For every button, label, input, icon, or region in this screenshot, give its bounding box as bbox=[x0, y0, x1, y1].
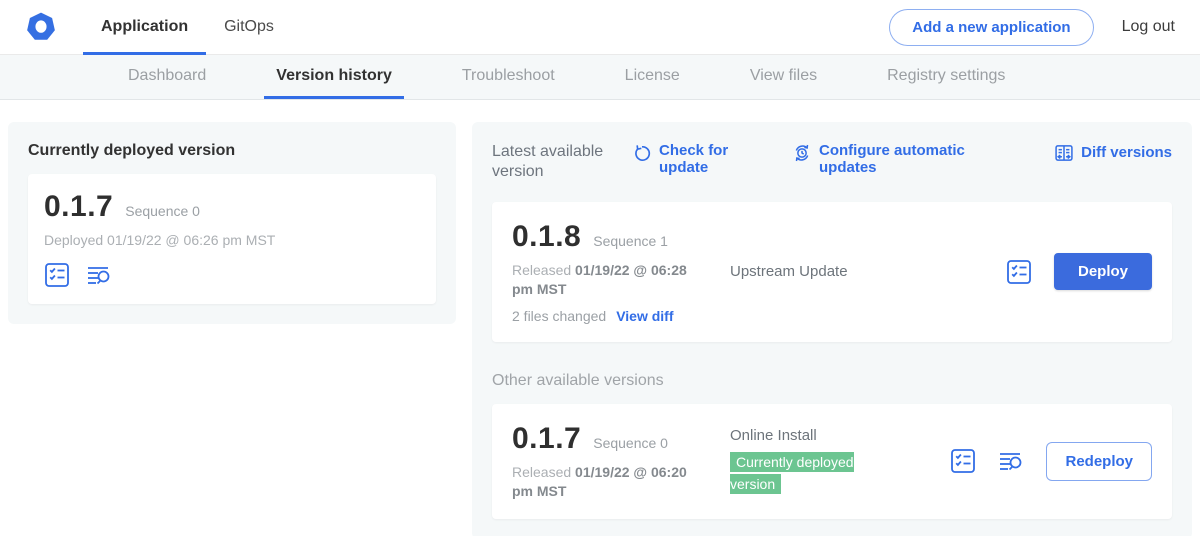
other-released-date: Released 01/19/22 @ 06:20 pm MST bbox=[512, 463, 707, 501]
check-for-update-label: Check for update bbox=[659, 142, 739, 177]
available-panel-header: Latest available version Check for updat… bbox=[492, 142, 1172, 182]
preflight-checklist-icon[interactable] bbox=[950, 448, 976, 474]
latest-available-title: Latest available version bbox=[492, 142, 632, 182]
latest-version-info: 0.1.8 Sequence 1 Released 01/19/22 @ 06:… bbox=[512, 220, 730, 324]
top-nav: Application GitOps Add a new application… bbox=[0, 0, 1200, 55]
logout-link[interactable]: Log out bbox=[1122, 18, 1175, 36]
diff-versions-icon bbox=[1054, 143, 1074, 163]
currently-deployed-title: Currently deployed version bbox=[28, 142, 436, 160]
latest-version-source: Upstream Update bbox=[730, 263, 890, 280]
deployed-version-number: 0.1.7 bbox=[44, 190, 113, 224]
deployed-actions bbox=[44, 262, 420, 288]
other-version-actions: Redeploy bbox=[950, 442, 1152, 481]
subtab-view-files[interactable]: View files bbox=[738, 55, 829, 99]
deployed-sequence-label: Sequence 0 bbox=[125, 203, 200, 219]
latest-version-actions: Deploy bbox=[1006, 253, 1152, 290]
add-application-button[interactable]: Add a new application bbox=[889, 9, 1093, 46]
other-version-info: 0.1.7 Sequence 0 Released 01/19/22 @ 06:… bbox=[512, 422, 730, 501]
other-sequence-label: Sequence 0 bbox=[593, 435, 668, 451]
other-version-number: 0.1.7 bbox=[512, 422, 581, 456]
deployed-version-card: 0.1.7 Sequence 0 Deployed 01/19/22 @ 06:… bbox=[28, 174, 436, 304]
view-diff-link[interactable]: View diff bbox=[616, 308, 673, 324]
currently-deployed-badge: Currently deployed version bbox=[730, 452, 854, 494]
other-available-versions-title: Other available versions bbox=[492, 372, 1172, 390]
subtab-license[interactable]: License bbox=[613, 55, 692, 99]
subtab-troubleshoot[interactable]: Troubleshoot bbox=[450, 55, 567, 99]
sub-nav: Dashboard Version history Troubleshoot L… bbox=[0, 55, 1200, 100]
preflight-checklist-icon[interactable] bbox=[44, 262, 70, 288]
refresh-icon bbox=[632, 143, 652, 163]
released-label: Released bbox=[512, 464, 575, 480]
app-logo[interactable] bbox=[25, 11, 57, 43]
latest-version-card: 0.1.8 Sequence 1 Released 01/19/22 @ 06:… bbox=[492, 202, 1172, 342]
deployed-date: Deployed 01/19/22 @ 06:26 pm MST bbox=[44, 231, 420, 250]
install-type-label: Online Install bbox=[730, 427, 890, 444]
subtab-dashboard[interactable]: Dashboard bbox=[116, 55, 218, 99]
other-version-source: Online Install Currently deployed versio… bbox=[730, 427, 890, 495]
latest-sequence-label: Sequence 1 bbox=[593, 233, 668, 249]
tab-gitops[interactable]: GitOps bbox=[206, 0, 292, 55]
diff-versions-link[interactable]: Diff versions bbox=[1054, 142, 1172, 163]
auto-update-clock-icon bbox=[792, 143, 812, 163]
deployed-badge-wrap: Currently deployed version bbox=[730, 452, 878, 495]
other-version-card: 0.1.7 Sequence 0 Released 01/19/22 @ 06:… bbox=[492, 404, 1172, 519]
latest-released-date: Released 01/19/22 @ 06:28 pm MST bbox=[512, 261, 707, 299]
deployed-date-label: Deployed bbox=[44, 232, 107, 248]
subtab-registry-settings[interactable]: Registry settings bbox=[875, 55, 1017, 99]
check-for-update-link[interactable]: Check for update bbox=[632, 142, 792, 177]
main-content: Currently deployed version 0.1.7 Sequenc… bbox=[0, 100, 1200, 536]
currently-deployed-panel: Currently deployed version 0.1.7 Sequenc… bbox=[8, 122, 456, 324]
version-row: 0.1.7 Sequence 0 bbox=[44, 190, 420, 224]
app-logo-icon bbox=[25, 11, 57, 43]
deploy-button[interactable]: Deploy bbox=[1054, 253, 1152, 290]
released-label: Released bbox=[512, 262, 575, 278]
files-changed-label: 2 files changed bbox=[512, 308, 606, 324]
deployed-date-value: 01/19/22 @ 06:26 pm MST bbox=[107, 232, 275, 248]
diff-versions-label: Diff versions bbox=[1081, 144, 1172, 161]
redeploy-button[interactable]: Redeploy bbox=[1046, 442, 1152, 481]
latest-version-number: 0.1.8 bbox=[512, 220, 581, 254]
view-logs-icon[interactable] bbox=[998, 448, 1024, 474]
available-versions-panel: Latest available version Check for updat… bbox=[472, 122, 1192, 536]
preflight-checklist-icon[interactable] bbox=[1006, 259, 1032, 285]
view-logs-icon[interactable] bbox=[86, 262, 112, 288]
configure-automatic-updates-link[interactable]: Configure automatic updates bbox=[792, 142, 1032, 177]
top-nav-right: Add a new application Log out bbox=[889, 9, 1175, 46]
files-changed-row: 2 files changed View diff bbox=[512, 308, 730, 324]
top-nav-tabs: Application GitOps bbox=[83, 0, 292, 55]
tab-application[interactable]: Application bbox=[83, 0, 206, 55]
subtab-version-history[interactable]: Version history bbox=[264, 55, 404, 99]
configure-automatic-updates-label: Configure automatic updates bbox=[819, 142, 979, 177]
